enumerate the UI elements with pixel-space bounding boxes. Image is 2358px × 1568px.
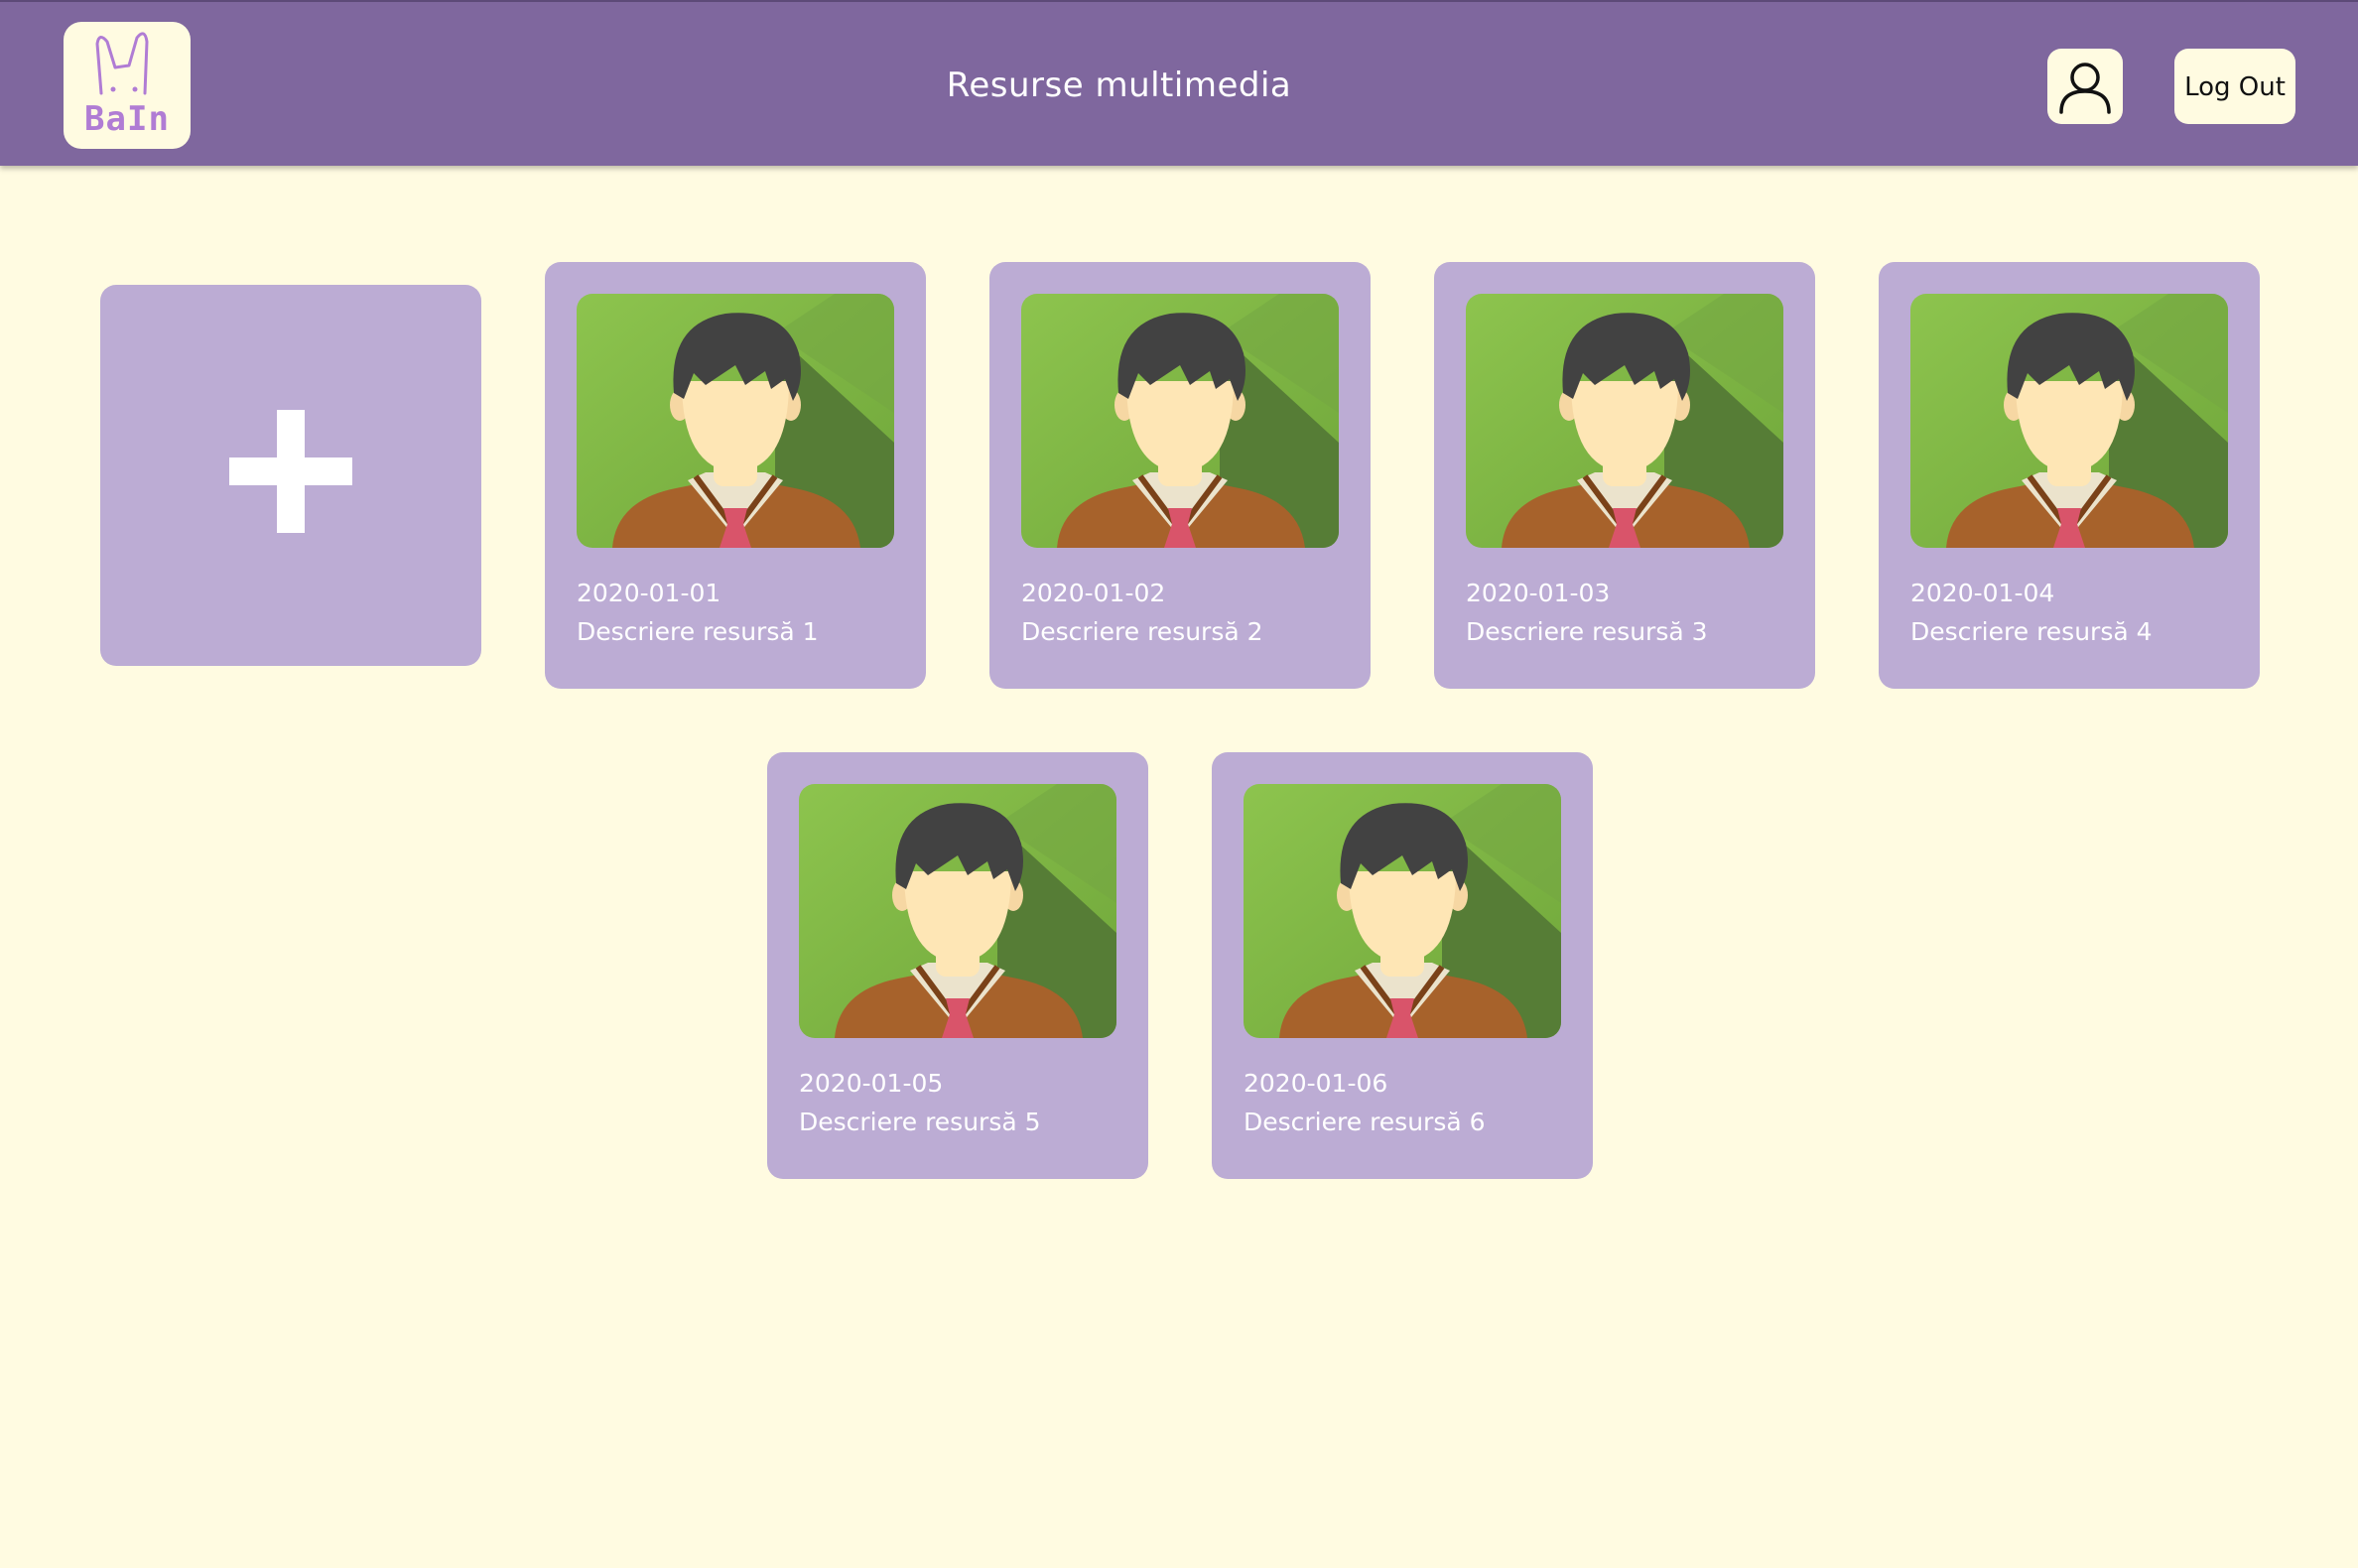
resource-thumbnail: [1244, 784, 1561, 1038]
resource-thumbnail: [799, 784, 1116, 1038]
add-resource-button[interactable]: [100, 285, 481, 666]
resource-description: Descriere resursă 1: [577, 617, 819, 646]
resource-card[interactable]: 2020-01-02 Descriere resursă 2: [989, 262, 1371, 689]
resource-description: Descriere resursă 3: [1466, 617, 1708, 646]
resource-date: 2020-01-05: [799, 1069, 944, 1098]
avatar-thumbnail-icon: [1021, 294, 1339, 548]
resource-thumbnail: [1910, 294, 2228, 548]
resource-description: Descriere resursă 5: [799, 1108, 1041, 1136]
resource-date: 2020-01-04: [1910, 579, 2055, 607]
profile-button[interactable]: [2047, 49, 2123, 124]
resource-card[interactable]: 2020-01-05 Descriere resursă 5: [767, 752, 1148, 1179]
resource-description: Descriere resursă 2: [1021, 617, 1263, 646]
resource-card[interactable]: 2020-01-06 Descriere resursă 6: [1212, 752, 1593, 1179]
avatar-thumbnail-icon: [577, 294, 894, 548]
avatar-thumbnail-icon: [1910, 294, 2228, 548]
resource-thumbnail: [1466, 294, 1783, 548]
resource-thumbnail: [577, 294, 894, 548]
resource-description: Descriere resursă 4: [1910, 617, 2153, 646]
avatar-thumbnail-icon: [1466, 294, 1783, 548]
resource-date: 2020-01-03: [1466, 579, 1611, 607]
resource-date: 2020-01-01: [577, 579, 721, 607]
avatar-thumbnail-icon: [799, 784, 1116, 1038]
user-icon: [2059, 63, 2111, 114]
resource-date: 2020-01-02: [1021, 579, 1166, 607]
page-title: Resurse multimedia: [946, 65, 1292, 105]
resource-card[interactable]: 2020-01-04 Descriere resursă 4: [1879, 262, 2260, 689]
resource-thumbnail: [1021, 294, 1339, 548]
plus-icon: [229, 410, 352, 533]
logout-button[interactable]: Log Out: [2174, 49, 2295, 124]
top-header: BaIn Resurse multimedia Log Out: [0, 0, 2358, 166]
resource-card[interactable]: 2020-01-03 Descriere resursă 3: [1434, 262, 1815, 689]
resource-card[interactable]: 2020-01-01 Descriere resursă 1: [545, 262, 926, 689]
resource-date: 2020-01-06: [1244, 1069, 1388, 1098]
avatar-thumbnail-icon: [1244, 784, 1561, 1038]
resource-description: Descriere resursă 6: [1244, 1108, 1486, 1136]
